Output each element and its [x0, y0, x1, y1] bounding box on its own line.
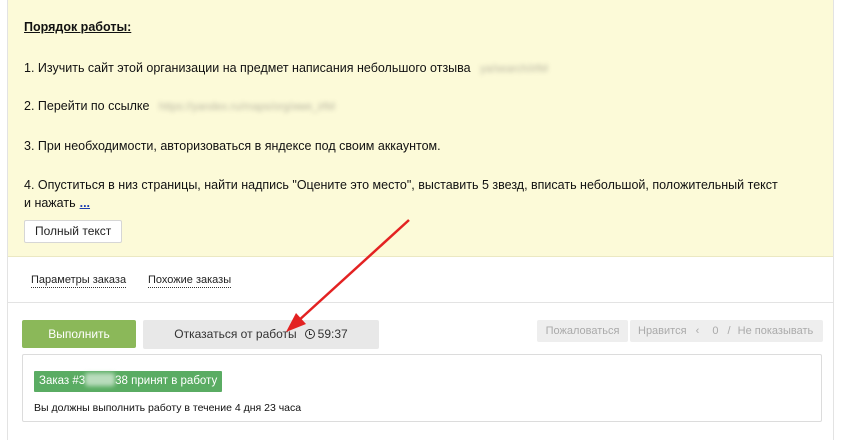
order-number-redacted [85, 373, 116, 386]
step-4: 4. Опуститься в низ страницы, найти надп… [24, 176, 824, 212]
refuse-work-button[interactable]: Отказаться от работы 59:37 [143, 320, 379, 349]
step-1-text: 1. Изучить сайт этой организации на пред… [24, 61, 471, 75]
status-badge-prefix: Заказ #3 [39, 375, 86, 387]
step-4-line-1: 4. Опуститься в низ страницы, найти надп… [24, 178, 778, 192]
tab-similar-orders[interactable]: Похожие заказы [148, 274, 232, 288]
status-box: Заказ #3 38 принят в работу Вы должны вып… [22, 354, 822, 422]
status-badge-suffix: 38 принят в работу [115, 375, 218, 387]
step-1-hidden-link: ya/search/ИМ [480, 62, 548, 75]
like-separator-icon: ‹ [695, 325, 700, 337]
step-2: 2. Перейти по ссылке https://yandex.ru/m… [24, 97, 335, 116]
status-badge: Заказ #3 38 принят в работу [34, 371, 223, 392]
timer-value: 59:37 [317, 327, 348, 341]
step-4-line-2: и нажать... [24, 194, 824, 212]
like-button[interactable]: Нравится [638, 325, 687, 337]
execute-button[interactable]: Выполнить [22, 320, 136, 348]
deadline-text: Вы должны выполнить работу в течение 4 д… [34, 402, 302, 414]
complain-button[interactable]: Пожаловаться [537, 320, 628, 342]
full-text-button[interactable]: Полный текст [24, 220, 123, 243]
step-3: 3. При необходимости, авторизоваться в я… [24, 139, 441, 153]
instructions-panel: Порядок работы: 1. Изучить сайт этой орг… [8, 0, 833, 257]
refuse-work-label: Отказаться от работы [174, 327, 297, 341]
divider-slash: / [727, 325, 731, 337]
order-tabs: Параметры заказа Похожие заказы [8, 257, 833, 303]
step-1: 1. Изучить сайт этой организации на пред… [24, 59, 548, 78]
step-2-text: 2. Перейти по ссылке [24, 99, 150, 113]
order-card: Порядок работы: 1. Изучить сайт этой орг… [7, 0, 834, 440]
step-4-line-2-text: и нажать [24, 196, 76, 210]
read-more-link[interactable]: ... [80, 196, 90, 210]
clock-icon [304, 329, 315, 339]
like-hide-group: Нравится ‹ 0 / Не показывать [630, 320, 823, 342]
like-count: 0 [712, 325, 719, 337]
tab-order-params[interactable]: Параметры заказа [31, 274, 127, 288]
step-2-hidden-link[interactable]: https://yandex.ru/maps/org/имя_ИМ [159, 98, 335, 116]
hide-button[interactable]: Не показывать [738, 325, 814, 337]
instructions-title: Порядок работы: [24, 20, 132, 34]
